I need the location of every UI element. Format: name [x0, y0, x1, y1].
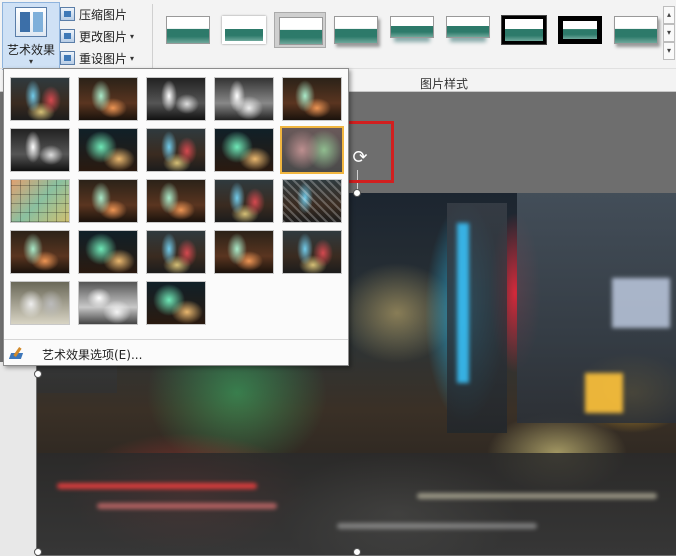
- art-effect-plastic-wrap[interactable]: [282, 230, 342, 274]
- picture-style-thumb[interactable]: [218, 12, 270, 48]
- picture-style-thumb[interactable]: [162, 12, 214, 48]
- group-divider: [152, 4, 153, 68]
- change-picture-icon: [60, 29, 75, 43]
- art-effect-light-screen[interactable]: [78, 179, 138, 223]
- scroll-up-button[interactable]: ▴: [663, 6, 675, 24]
- art-effects-icon: [15, 7, 47, 37]
- art-effect-photocopy[interactable]: [78, 281, 138, 325]
- chevron-down-icon: ▾: [130, 31, 135, 41]
- resize-handle-left[interactable]: [34, 370, 42, 378]
- picture-styles-gallery: [160, 6, 662, 62]
- picture-style-thumb[interactable]: [386, 12, 438, 48]
- styles-scroll-controls: ▴ ▾ ▾: [663, 6, 675, 62]
- art-effects-button[interactable]: 艺术效果 ▾: [2, 2, 60, 70]
- picture-styles-group-label: 图片样式: [420, 77, 469, 91]
- scroll-down-button[interactable]: ▾: [663, 24, 675, 42]
- compress-pictures-label: 压缩图片: [79, 7, 128, 22]
- art-effect-watercolor-sponge[interactable]: [146, 179, 206, 223]
- art-effect-crumpled[interactable]: [146, 230, 206, 274]
- art-effect-mosaic-bubbles[interactable]: [10, 179, 70, 223]
- change-picture-label: 更改图片: [79, 29, 128, 44]
- chevron-down-icon: ▾: [130, 53, 135, 63]
- resize-handle-bottom[interactable]: [353, 548, 361, 556]
- slide-edge: [0, 362, 36, 556]
- art-effect-glow-edges[interactable]: [146, 281, 206, 325]
- gallery-divider: [4, 339, 348, 340]
- art-effect-chalk-sketch[interactable]: [10, 128, 70, 172]
- compress-pictures-button[interactable]: 压缩图片: [60, 4, 127, 24]
- art-effect-paint-strokes[interactable]: [78, 128, 138, 172]
- art-effect-texturizer[interactable]: [78, 230, 138, 274]
- art-effect-marker[interactable]: [78, 77, 138, 121]
- resize-handle-top[interactable]: [353, 189, 361, 197]
- art-effect-cement[interactable]: [10, 230, 70, 274]
- change-picture-button[interactable]: 更改图片 ▾: [60, 26, 134, 46]
- art-effect-paint-brush[interactable]: [146, 128, 206, 172]
- art-effect-cutout[interactable]: [10, 281, 70, 325]
- picture-style-thumb[interactable]: [498, 12, 550, 48]
- art-effect-crisscross-etching[interactable]: [282, 179, 342, 223]
- art-effect-blur[interactable]: [280, 126, 344, 174]
- art-effects-label: 艺术效果: [6, 43, 55, 57]
- picture-style-thumb[interactable]: [274, 12, 326, 48]
- art-effects-options-item[interactable]: 艺术效果选项(E)...: [10, 344, 142, 364]
- picture-style-thumb[interactable]: [554, 12, 606, 48]
- picture-style-thumb[interactable]: [442, 12, 494, 48]
- resize-handle-bottom-left[interactable]: [34, 548, 42, 556]
- art-effects-options-icon: [10, 347, 26, 361]
- art-effect-line-drawing[interactable]: [282, 77, 342, 121]
- compress-pictures-icon: [60, 7, 75, 21]
- art-effect-film-grain[interactable]: [214, 179, 274, 223]
- art-effect-glow-diffused[interactable]: [214, 128, 274, 172]
- reset-picture-label: 重设图片: [79, 51, 128, 66]
- art-effects-gallery: 艺术效果选项(E)...: [3, 68, 349, 366]
- reset-picture-button[interactable]: 重设图片 ▾: [60, 48, 134, 68]
- picture-style-thumb[interactable]: [610, 12, 662, 48]
- picture-style-thumb[interactable]: [330, 12, 382, 48]
- art-effect-none[interactable]: [10, 77, 70, 121]
- more-styles-button[interactable]: ▾: [663, 42, 675, 60]
- reset-picture-icon: [60, 51, 75, 65]
- art-effect-pastels-smooth[interactable]: [214, 230, 274, 274]
- art-effect-pencil-grayscale[interactable]: [146, 77, 206, 121]
- art-effect-pencil-sketch[interactable]: [214, 77, 274, 121]
- art-effects-options-label: 艺术效果选项(E)...: [42, 347, 143, 362]
- art-effects-dropdown-arrow: ▾: [28, 57, 33, 66]
